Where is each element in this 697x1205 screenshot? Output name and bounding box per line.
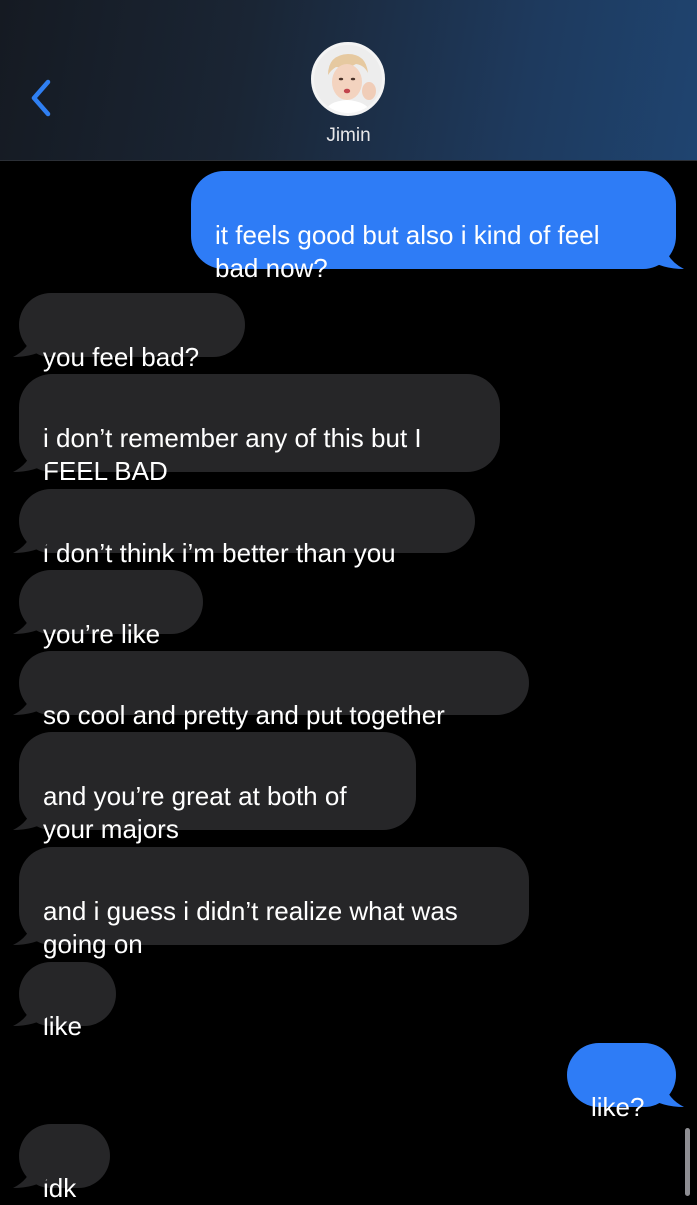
message-bubble-incoming[interactable]: i don’t remember any of this but I FEEL … [19, 374, 500, 486]
avatar-photo [314, 45, 382, 113]
message-text: i don’t think i’m better than you [43, 538, 396, 568]
message-text: it feels good but also i kind of feel ba… [215, 220, 600, 283]
bubble-tail [646, 1083, 684, 1107]
message-text: you’re like [43, 619, 161, 649]
bubble-tail [13, 921, 51, 945]
message-thread: it feels good but also i kind of feel ba… [0, 160, 697, 1203]
message-text: and i guess i didn’t realize what was go… [43, 896, 458, 959]
message-text: and you’re great at both of your majors [43, 781, 347, 844]
message-bubble-incoming[interactable]: you feel bad? [19, 293, 245, 372]
message-bubble-incoming[interactable]: and you’re great at both of your majors [19, 732, 416, 844]
bubble-tail [13, 529, 51, 553]
contact-avatar[interactable] [311, 42, 385, 116]
message-bubble-outgoing[interactable]: it feels good but also i kind of feel ba… [191, 171, 676, 283]
bubble-tail [13, 448, 51, 472]
scroll-indicator[interactable] [685, 1128, 690, 1196]
message-bubble-incoming[interactable]: so cool and pretty and put together [19, 651, 529, 730]
message-text: you feel bad? [43, 342, 200, 372]
message-bubble-incoming[interactable]: and i guess i didn’t realize what was go… [19, 847, 529, 959]
bubble-tail [13, 333, 51, 357]
chevron-left-icon [31, 79, 51, 117]
bubble-tail [13, 806, 51, 830]
bubble-tail [13, 691, 51, 715]
bubble-tail [13, 1164, 51, 1188]
conversation-header: Jimin [0, 0, 697, 161]
message-text: so cool and pretty and put together [43, 700, 445, 730]
bubble-tail [13, 1002, 51, 1026]
back-button[interactable] [22, 70, 62, 126]
bubble-tail [646, 245, 684, 269]
bubble-tail [13, 610, 51, 634]
contact-name[interactable]: Jimin [0, 125, 697, 147]
message-bubble-incoming[interactable]: i don’t think i’m better than you [19, 489, 475, 568]
message-text: like? [591, 1092, 645, 1122]
message-text: i don’t remember any of this but I FEEL … [43, 423, 422, 486]
